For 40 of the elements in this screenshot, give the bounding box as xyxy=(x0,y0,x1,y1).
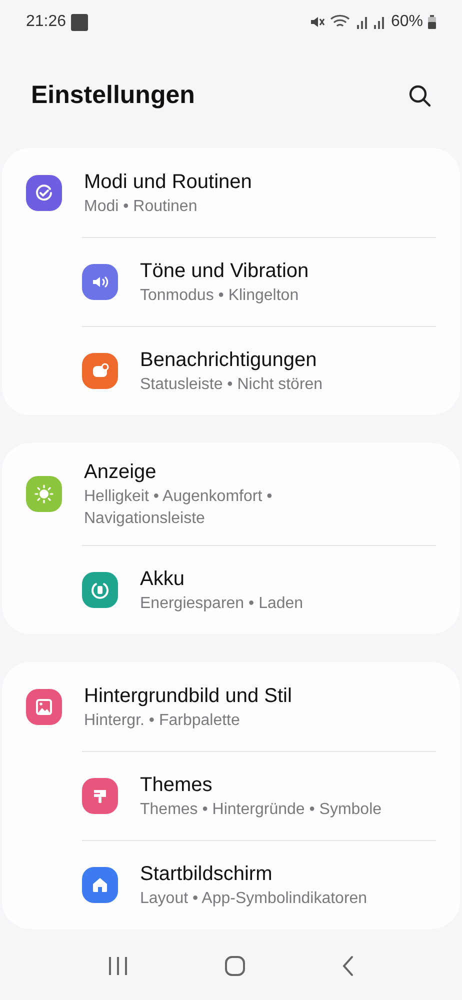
settings-item[interactable]: Töne und Vibration Tonmodus • Klingelton xyxy=(82,237,436,326)
item-subtitle: Modi • Routinen xyxy=(84,196,198,216)
item-subtitle: Energiesparen • Laden xyxy=(140,594,304,614)
item-title: Anzeige xyxy=(84,460,158,485)
battery-level: 60% xyxy=(390,12,423,32)
settings-item[interactable]: Akku Energiesparen • Laden xyxy=(82,545,436,634)
item-title: Startbildschirm xyxy=(140,862,274,887)
item-subtitle: Helligkeit • Augenkomfort • xyxy=(84,487,272,507)
item-subtitle: Layout • App-Symbolindikatoren xyxy=(140,889,368,909)
home-icon xyxy=(90,875,110,895)
battery-icon xyxy=(428,15,436,29)
settings-item[interactable]: Anzeige Helligkeit • Augenkomfort • Navigationsleiste xyxy=(26,443,436,545)
item-title: Themes xyxy=(140,773,214,798)
mute-icon xyxy=(310,15,325,29)
item-title: Modi und Routinen xyxy=(84,170,252,194)
clock: 21:26 xyxy=(26,12,66,32)
item-subtitle: Themes • Hintergründe • Symbole xyxy=(140,800,382,820)
page-title: Einstellungen xyxy=(31,80,195,112)
item-title: Hintergrundbild und Stil xyxy=(84,684,292,708)
check-circle-icon xyxy=(34,182,54,202)
item-subtitle: Tonmodus • Klingelton xyxy=(140,286,300,306)
item-title: Benachrichtigungen xyxy=(140,348,318,373)
sun-icon xyxy=(33,483,55,505)
item-subtitle: Hintergr. • Farbpalette xyxy=(84,710,241,730)
item-title: Akku xyxy=(140,567,186,592)
signal-icon xyxy=(374,15,386,29)
settings-item[interactable]: Benachrichtigungen Statusleiste • Nicht stören xyxy=(82,326,436,415)
image-icon xyxy=(34,696,54,716)
settings-item[interactable]: Themes Themes • Hintergründe • Symbole xyxy=(82,751,436,840)
notification-app-icon xyxy=(71,14,88,30)
item-subtitle: Statusleiste • Nicht stören xyxy=(140,375,323,395)
item-subtitle: Navigationsleiste xyxy=(84,509,206,529)
item-title: Töne und Vibration xyxy=(140,259,309,284)
home-button-icon[interactable] xyxy=(224,954,246,976)
settings-item[interactable]: Modi und Routinen Modi • Routinen xyxy=(26,148,436,237)
recent-apps-icon[interactable] xyxy=(107,956,130,976)
signal-icon xyxy=(356,15,369,29)
back-icon[interactable] xyxy=(340,954,355,976)
settings-item[interactable]: Startbildschirm Layout • App-Symbolindikatoren xyxy=(82,840,436,929)
settings-item[interactable]: Hintergrundbild und Stil Hintergr. • Farbpalette xyxy=(26,662,436,751)
